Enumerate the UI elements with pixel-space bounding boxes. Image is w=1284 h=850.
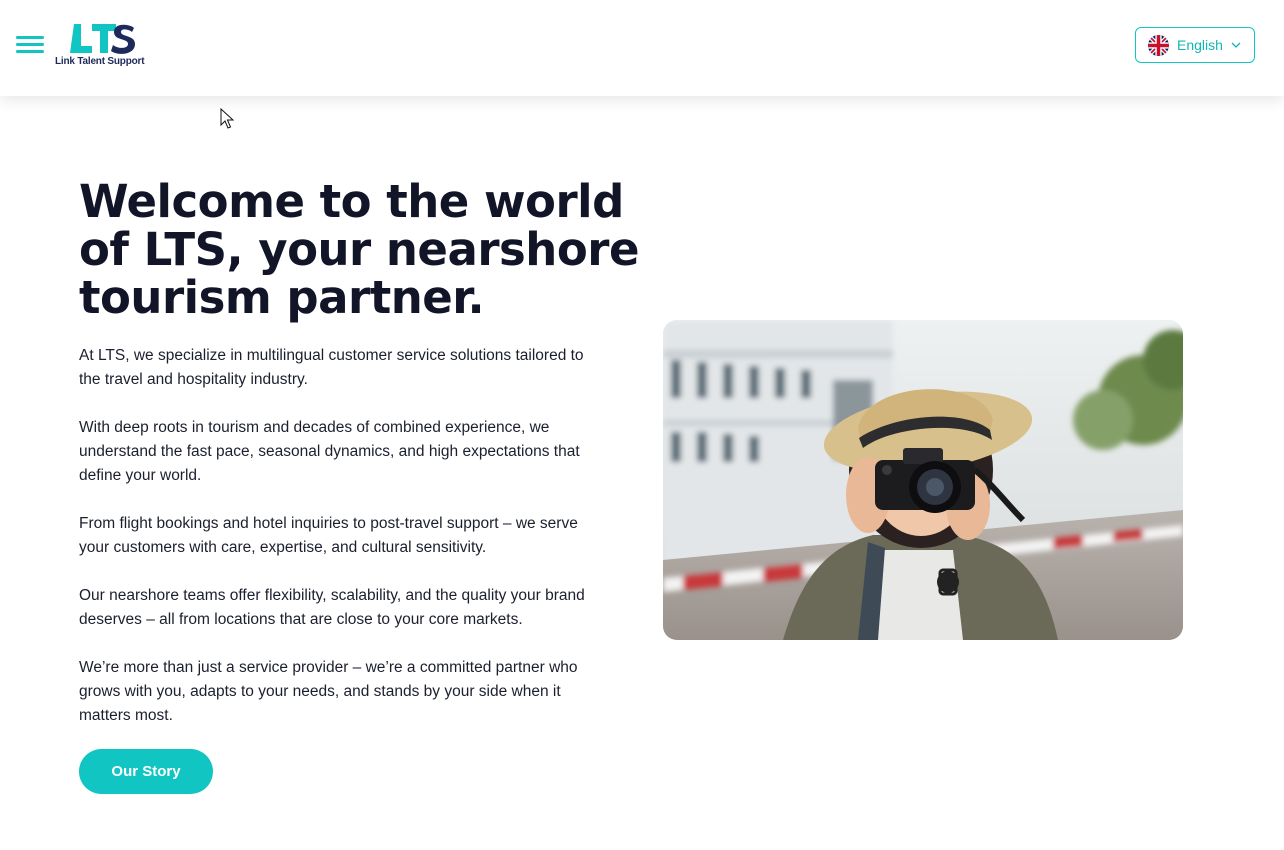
logo-subtitle: Link Talent Support [55,56,145,67]
hamburger-icon[interactable] [16,34,44,56]
language-selector[interactable]: English [1135,27,1255,63]
mouse-cursor-icon [220,108,234,129]
hero-paragraph-3: From flight bookings and hotel inquiries… [79,515,578,556]
lts-logo-mark [70,24,135,54]
hero-photo-traveler-with-camera [663,320,1183,640]
hero-paragraph-1: At LTS, we specialize in multilingual cu… [79,347,584,388]
hero-paragraph-4: Our nearshore teams offer flexibility, s… [79,587,585,628]
site-header: Link Talent Support English [0,0,1284,96]
hero-paragraph-2: With deep roots in tourism and decades o… [79,419,580,484]
hero-title: Welcome to the world of LTS, your nearsh… [79,175,639,324]
logo[interactable]: Link Talent Support [55,22,155,70]
uk-flag-icon [1148,34,1169,56]
language-label: English [1177,37,1223,53]
our-story-button[interactable]: Our Story [79,749,213,794]
hero-paragraph-5: We’re more than just a service provider … [79,659,578,724]
chevron-down-icon [1231,42,1241,48]
